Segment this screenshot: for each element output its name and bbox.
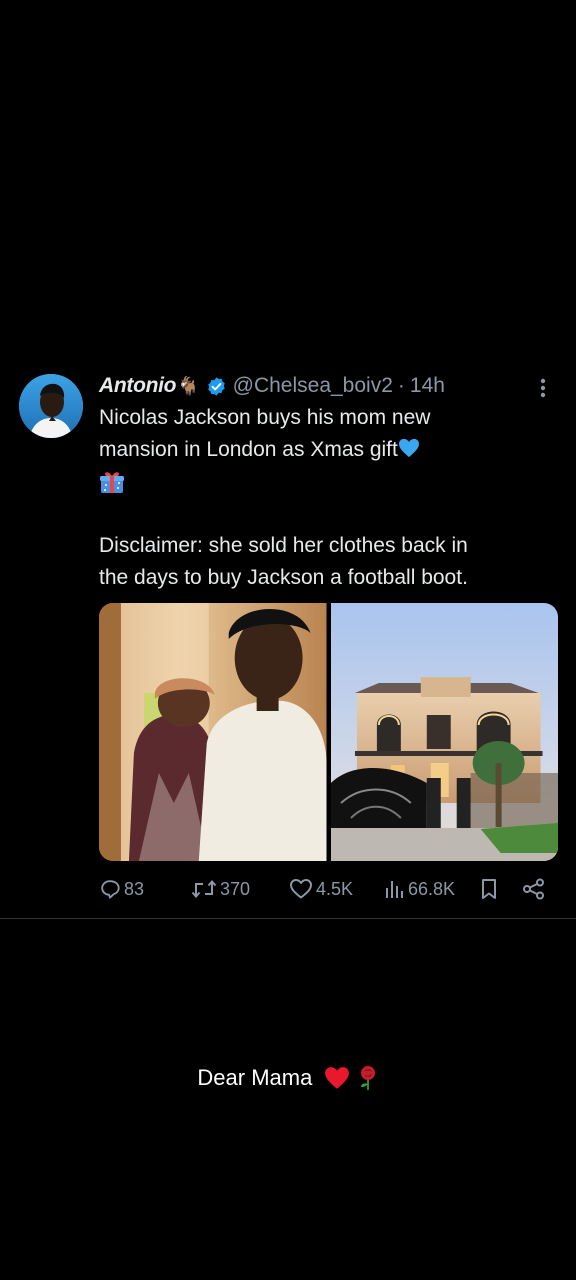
tweet-text: Nicolas Jackson buys his mom new mansion…	[99, 402, 549, 594]
avatar[interactable]	[19, 374, 83, 438]
like-icon	[290, 879, 312, 899]
like-count: 4.5K	[316, 878, 354, 899]
repost-count: 370	[220, 878, 251, 899]
disclaimer-line-2: the days to buy Jackson a football boot.	[99, 566, 468, 589]
tweet-media	[99, 603, 558, 861]
avatar-image	[19, 374, 83, 438]
photo-jackson-and-mother[interactable]	[99, 603, 327, 861]
photo-mansion-art	[330, 603, 558, 861]
handle[interactable]: @Chelsea_boiv2	[233, 374, 393, 398]
tweet-text-line-1: Nicolas Jackson buys his mom new	[99, 406, 431, 429]
reply-action[interactable]: 83	[99, 874, 144, 904]
caption: Dear Mama	[0, 1064, 576, 1091]
gift-icon	[100, 472, 124, 494]
goat-icon: 🐐	[177, 376, 200, 396]
more-icon[interactable]	[533, 376, 553, 400]
views-icon	[386, 881, 403, 898]
disclaimer-line-1: Disclaimer: she sold her clothes back in	[99, 534, 468, 557]
photo-jackson-and-mother-art	[99, 603, 327, 861]
share-icon	[523, 878, 544, 900]
tweet-header: Antonio 🐐 @Chelsea_boiv2 · 14h	[99, 372, 445, 400]
views-count: 66.8K	[408, 878, 456, 899]
verified-icon	[207, 376, 225, 396]
bookmark-icon	[482, 879, 496, 899]
reply-icon	[101, 880, 120, 899]
display-name[interactable]: Antonio	[99, 374, 177, 398]
tweet-text-line-2: mansion in London as Xmas gift	[99, 434, 549, 466]
rose-icon	[360, 1066, 375, 1091]
repost-icon	[191, 879, 217, 899]
like-action[interactable]: 4.5K	[289, 874, 353, 904]
bookmark-action[interactable]	[479, 874, 499, 904]
views-action[interactable]: 66.8K	[383, 874, 455, 904]
divider	[0, 918, 576, 919]
separator-dot: ·	[397, 374, 405, 397]
red-heart-icon	[325, 1067, 350, 1090]
timestamp[interactable]: 14h	[410, 374, 445, 398]
reply-count: 83	[124, 878, 145, 899]
gift-line	[99, 466, 549, 498]
caption-text: Dear Mama	[197, 1065, 313, 1091]
blue-heart-icon	[398, 438, 419, 458]
tweet-actions: 83 370 4.5K 66.8K	[99, 874, 559, 904]
tweet-text-line-2-text: mansion in London as Xmas gift	[99, 438, 398, 461]
share-action[interactable]	[522, 874, 546, 904]
repost-action[interactable]: 370	[191, 874, 250, 904]
photo-mansion[interactable]	[330, 603, 558, 861]
